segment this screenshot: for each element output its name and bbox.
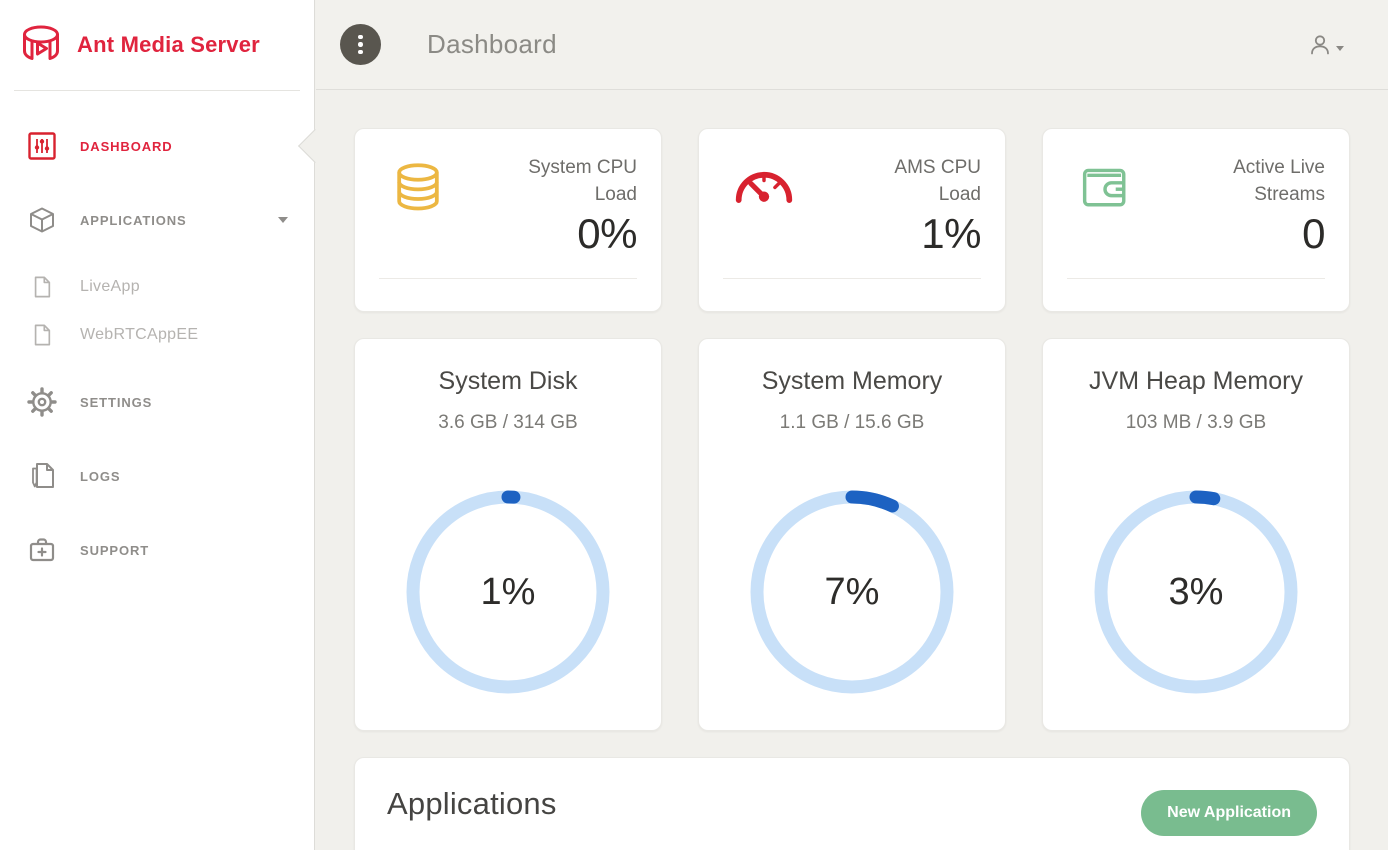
gauge-percent-label: 7% [750, 490, 954, 694]
user-icon [1308, 33, 1332, 57]
page-title: Dashboard [427, 29, 557, 60]
card-divider [379, 278, 637, 279]
ams-cpu-load-card: AMS CPU Load 1% [698, 128, 1006, 312]
system-disk-card: System Disk 3.6 GB / 314 GB 1% [354, 338, 662, 731]
sidebar-item-label: DASHBOARD [80, 139, 173, 154]
sidebar-item-label: LiveApp [80, 278, 140, 296]
ant-media-logo-icon [18, 24, 64, 66]
gauge-percent-label: 3% [1094, 490, 1298, 694]
sidebar-item-liveapp[interactable]: LiveApp [0, 263, 314, 311]
jvm-heap-memory-card: JVM Heap Memory 103 MB / 3.9 GB 3% [1042, 338, 1350, 731]
gear-icon [26, 387, 58, 417]
sidebar-item-dashboard[interactable]: DASHBOARD [0, 117, 314, 175]
system-memory-card: System Memory 1.1 GB / 15.6 GB 7% [698, 338, 1006, 731]
sidebar-nav: DASHBOARD APPLICATIONS LiveApp [0, 91, 314, 579]
chevron-down-icon [278, 217, 288, 223]
sidebar-item-label: SUPPORT [80, 543, 149, 558]
card-divider [1067, 278, 1325, 279]
active-live-streams-card: Active Live Streams 0 [1042, 128, 1350, 312]
package-icon [26, 206, 58, 234]
top-header: Dashboard [316, 0, 1388, 90]
sidebar-item-label: APPLICATIONS [80, 213, 187, 228]
gauge-percent-label: 1% [406, 490, 610, 694]
wallet-icon [1075, 161, 1135, 211]
ellipsis-menu-button[interactable] [340, 24, 381, 65]
stat-value: 0 [1193, 210, 1325, 258]
dashboard-sliders-icon [26, 131, 58, 161]
log-document-icon [26, 461, 58, 491]
database-icon [387, 161, 449, 215]
sidebar-item-settings[interactable]: SETTINGS [0, 373, 314, 431]
new-application-button[interactable]: New Application [1141, 790, 1317, 836]
sidebar-item-label: SETTINGS [80, 395, 152, 410]
sidebar-item-applications[interactable]: APPLICATIONS [0, 191, 314, 249]
gauge-usage: 3.6 GB / 314 GB [375, 412, 641, 434]
gauge-usage: 1.1 GB / 15.6 GB [719, 412, 985, 434]
gauge-title: JVM Heap Memory [1063, 367, 1329, 396]
main-area: Dashboard [316, 0, 1388, 850]
stat-value: 0% [505, 210, 637, 258]
sidebar-item-support[interactable]: SUPPORT [0, 521, 314, 579]
system-cpu-load-card: System CPU Load 0% [354, 128, 662, 312]
stat-title: AMS CPU Load [849, 155, 981, 208]
sidebar-item-label: WebRTCAppEE [80, 326, 198, 344]
dashboard-content: System CPU Load 0% [316, 90, 1388, 850]
user-menu-button[interactable] [1308, 33, 1344, 57]
sidebar: Ant Media Server DASHBOARD [0, 0, 315, 850]
gauge-title: System Disk [375, 367, 641, 396]
brand[interactable]: Ant Media Server [0, 0, 314, 90]
sidebar-item-label: LOGS [80, 469, 120, 484]
brand-name: Ant Media Server [77, 32, 260, 58]
gauge-title: System Memory [719, 367, 985, 396]
file-icon [26, 322, 58, 348]
stat-cards-row: System CPU Load 0% [354, 128, 1350, 312]
gauge-cards-row: System Disk 3.6 GB / 314 GB 1% System Me… [354, 338, 1350, 731]
gauge-icon [731, 161, 797, 207]
stat-title: System CPU Load [505, 155, 637, 208]
chevron-down-icon [1336, 46, 1344, 51]
file-icon [26, 274, 58, 300]
gauge-usage: 103 MB / 3.9 GB [1063, 412, 1329, 434]
stat-value: 1% [849, 210, 981, 258]
sidebar-item-logs[interactable]: LOGS [0, 447, 314, 505]
applications-title: Applications [387, 786, 557, 822]
sidebar-item-webrtcappee[interactable]: WebRTCAppEE [0, 311, 314, 359]
stat-title: Active Live Streams [1193, 155, 1325, 208]
first-aid-kit-icon [26, 536, 58, 564]
card-divider [723, 278, 981, 279]
applications-section: Applications New Application [354, 757, 1350, 850]
